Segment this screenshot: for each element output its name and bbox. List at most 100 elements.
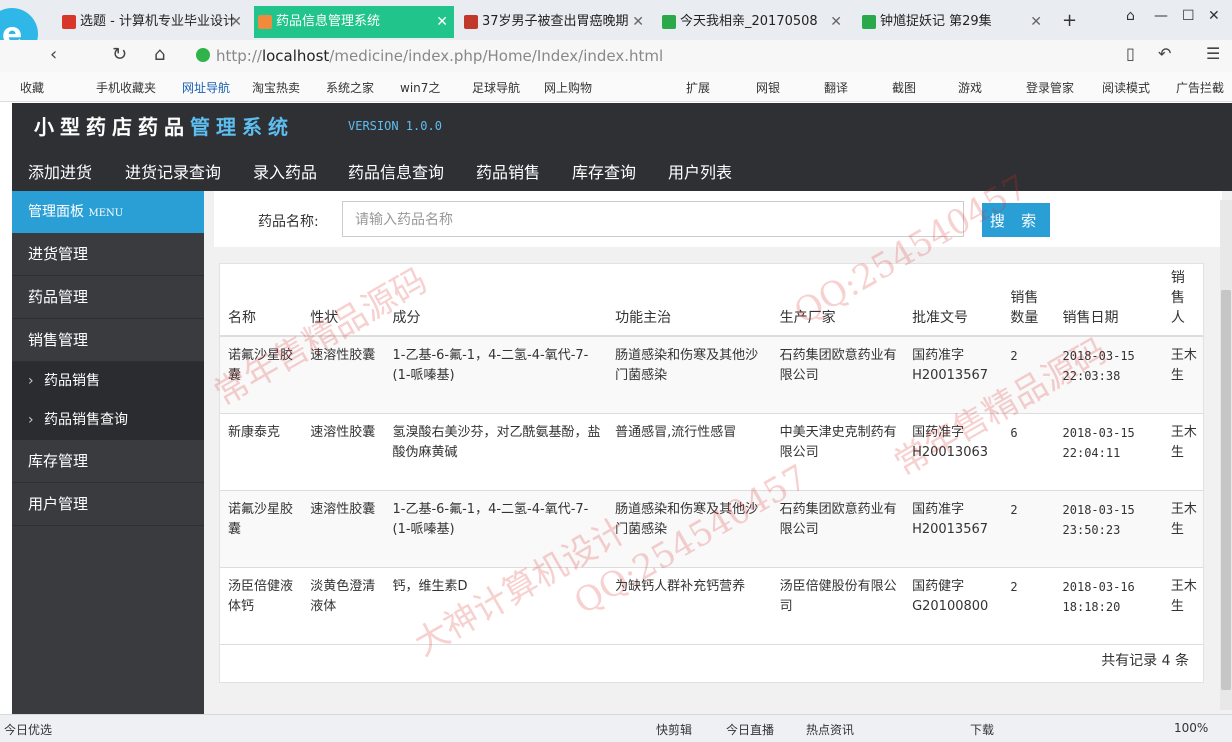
bookmark-item[interactable]: 阅读模式 xyxy=(1102,79,1150,96)
back-icon[interactable]: ‹ xyxy=(50,44,57,65)
cell-form: 速溶性胶囊 xyxy=(302,336,385,414)
close-icon[interactable]: ✕ xyxy=(436,6,448,38)
status-item[interactable]: 快剪辑 xyxy=(656,721,692,738)
tab-favicon-icon xyxy=(662,15,676,29)
nav-item-stock-records[interactable]: 进货记录查询 xyxy=(125,159,221,183)
tab-favicon-icon xyxy=(862,15,876,29)
minimize-icon[interactable]: — xyxy=(1154,8,1168,24)
sidebar-item-users[interactable]: 用户管理 xyxy=(12,483,204,526)
bookmark-item[interactable]: 网银 xyxy=(756,79,780,96)
status-item[interactable]: 下载 xyxy=(970,721,994,738)
cell-manufacturer: 中美天津史克制药有限公司 xyxy=(771,413,905,491)
nav-item-add-medicine[interactable]: 录入药品 xyxy=(253,159,317,183)
bookmark-item[interactable]: 游戏 xyxy=(958,79,982,96)
sales-table: 名称 性状 成分 功能主治 生产厂家 批准文号 销售数量 销售日期 销售人 诺氟… xyxy=(220,264,1203,645)
bookmark-item[interactable]: 广告拦截 xyxy=(1176,79,1224,96)
column-header: 批准文号 xyxy=(904,264,1003,337)
cell-name: 新康泰克 xyxy=(220,413,303,491)
app-title: 小型药店药品管理系统 xyxy=(34,115,294,139)
bookmark-item[interactable]: 登录管家 xyxy=(1026,79,1074,96)
status-item[interactable]: 今日直播 xyxy=(726,721,774,738)
sidebar-subitem-sales-query[interactable]: › 药品销售查询 xyxy=(12,401,204,440)
undo-icon[interactable]: ↶ xyxy=(1158,44,1171,63)
main-content: 药品名称: 搜 索 名称 性状 成分 功能主治 生产厂家 批准文号 销售数量 销… xyxy=(204,191,1232,714)
tab-label: 37岁男子被查出胃癌晚期 xyxy=(482,14,629,29)
bookmark-item[interactable]: 足球导航 xyxy=(472,79,520,96)
app-header: 小型药店药品管理系统 VERSION 1.0.0 添加进货 进货记录查询 录入药… xyxy=(12,103,1232,191)
cell-approval-no: 国药准字H20013063 xyxy=(904,413,1003,491)
status-item[interactable]: 今日优选 xyxy=(4,721,52,738)
cell-approval-no: 国药准字H20013567 xyxy=(904,490,1003,568)
status-item[interactable]: 热点资讯 xyxy=(806,721,854,738)
sales-table-box: 名称 性状 成分 功能主治 生产厂家 批准文号 销售数量 销售日期 销售人 诺氟… xyxy=(219,263,1204,683)
close-icon[interactable]: ✕ xyxy=(1030,6,1042,38)
cell-indications: 肠道感染和伤寒及其他沙门菌感染 xyxy=(607,336,772,414)
cell-indications: 为缺钙人群补充钙营养 xyxy=(607,567,772,645)
cell-date: 2018-03-16 18:18:20 xyxy=(1054,567,1163,645)
bookmark-item[interactable]: 收藏 xyxy=(20,79,44,96)
cell-approval-no: 国药准字H20013567 xyxy=(904,336,1003,414)
sidebar-subitem-sales[interactable]: › 药品销售 xyxy=(12,362,204,401)
nav-item-inventory[interactable]: 库存查询 xyxy=(572,159,636,183)
column-header: 名称 xyxy=(220,264,303,337)
close-icon[interactable]: ✕ xyxy=(632,6,644,38)
column-header: 性状 xyxy=(302,264,385,337)
sidebar-item-medicine[interactable]: 药品管理 xyxy=(12,276,204,319)
tab-favicon-icon xyxy=(62,15,76,29)
bookmark-item[interactable]: 网址导航 xyxy=(182,79,230,96)
app-window: 小型药店药品管理系统 VERSION 1.0.0 添加进货 进货记录查询 录入药… xyxy=(12,103,1232,714)
nav-item-medicine-query[interactable]: 药品信息查询 xyxy=(348,159,444,183)
reload-icon[interactable]: ↻ xyxy=(112,44,127,65)
cell-seller: 王木生 xyxy=(1162,567,1203,645)
tab-4[interactable]: 钟馗捉妖记 第29集 ✕ xyxy=(858,6,1048,38)
search-input[interactable] xyxy=(342,201,964,237)
menu-icon[interactable]: ☰ xyxy=(1206,44,1220,63)
tab-1[interactable]: 药品信息管理系统 ✕ xyxy=(254,6,454,38)
search-button[interactable]: 搜 索 xyxy=(982,203,1050,237)
tab-label: 药品信息管理系统 xyxy=(276,14,381,29)
sidebar-header: 管理面板 MENU xyxy=(12,191,204,233)
cell-name: 诺氟沙星胶囊 xyxy=(220,490,303,568)
column-header: 销售数量 xyxy=(1002,264,1055,337)
close-icon[interactable]: ✕ xyxy=(830,6,842,38)
cell-manufacturer: 汤臣倍健股份有限公司 xyxy=(771,567,905,645)
cell-seller: 王木生 xyxy=(1162,413,1203,491)
bookmark-item[interactable]: 网上购物 xyxy=(544,79,592,96)
bookmark-item[interactable]: 翻译 xyxy=(824,79,848,96)
cell-name: 汤臣倍健液体钙 xyxy=(220,567,303,645)
sidebar-item-inventory[interactable]: 库存管理 xyxy=(12,440,204,483)
bookmark-item[interactable]: 手机收藏夹 xyxy=(96,79,156,96)
bookmark-item[interactable]: 系统之家 xyxy=(326,79,374,96)
tab-2[interactable]: 37岁男子被查出胃癌晚期 ✕ xyxy=(460,6,650,38)
maximize-icon[interactable]: ☐ xyxy=(1182,8,1195,24)
home-icon[interactable]: ⌂ xyxy=(154,44,165,65)
tab-label: 选题 - 计算机专业毕业设计 xyxy=(80,14,236,29)
cell-date: 2018-03-15 23:50:23 xyxy=(1054,490,1163,568)
cell-manufacturer: 石药集团欧意药业有限公司 xyxy=(771,490,905,568)
nav-item-add-stock[interactable]: 添加进货 xyxy=(28,159,92,183)
cell-form: 速溶性胶囊 xyxy=(302,413,385,491)
record-count: 共有记录 4 条 xyxy=(1101,653,1189,669)
browser-status-bar: 今日优选 快剪辑 今日直播 热点资讯 下载 100% xyxy=(0,714,1232,742)
new-tab-button[interactable]: + xyxy=(1062,10,1077,31)
bookmark-item[interactable]: win7之 xyxy=(400,79,440,96)
bookmark-item[interactable]: 淘宝热卖 xyxy=(252,79,300,96)
tab-label: 今天我相亲_20170508 xyxy=(680,14,818,29)
mobile-icon[interactable]: ▯ xyxy=(1126,44,1135,63)
sidebar-item-stock[interactable]: 进货管理 xyxy=(12,233,204,276)
table-row: 汤臣倍健液体钙 淡黄色澄清液体 钙，维生素D 为缺钙人群补充钙营养 汤臣倍健股份… xyxy=(220,567,1203,645)
skin-icon[interactable]: ⌂ xyxy=(1126,8,1135,24)
close-window-icon[interactable]: ✕ xyxy=(1208,8,1220,24)
tab-label: 钟馗捉妖记 第29集 xyxy=(880,14,992,29)
bookmark-item[interactable]: 截图 xyxy=(892,79,916,96)
tab-3[interactable]: 今天我相亲_20170508 ✕ xyxy=(658,6,848,38)
zoom-level[interactable]: 100% xyxy=(1174,721,1208,735)
nav-item-users[interactable]: 用户列表 xyxy=(668,159,732,183)
bookmark-item[interactable]: 扩展 xyxy=(686,79,710,96)
sidebar-item-sales[interactable]: 销售管理 xyxy=(12,319,204,362)
close-icon[interactable]: ✕ xyxy=(230,6,242,38)
nav-item-sales[interactable]: 药品销售 xyxy=(476,159,540,183)
page-scrollbar-thumb[interactable] xyxy=(1221,290,1231,690)
url-field[interactable]: http://localhost/medicine/index.php/Home… xyxy=(216,45,1116,67)
tab-0[interactable]: 选题 - 计算机专业毕业设计 ✕ xyxy=(58,6,248,38)
